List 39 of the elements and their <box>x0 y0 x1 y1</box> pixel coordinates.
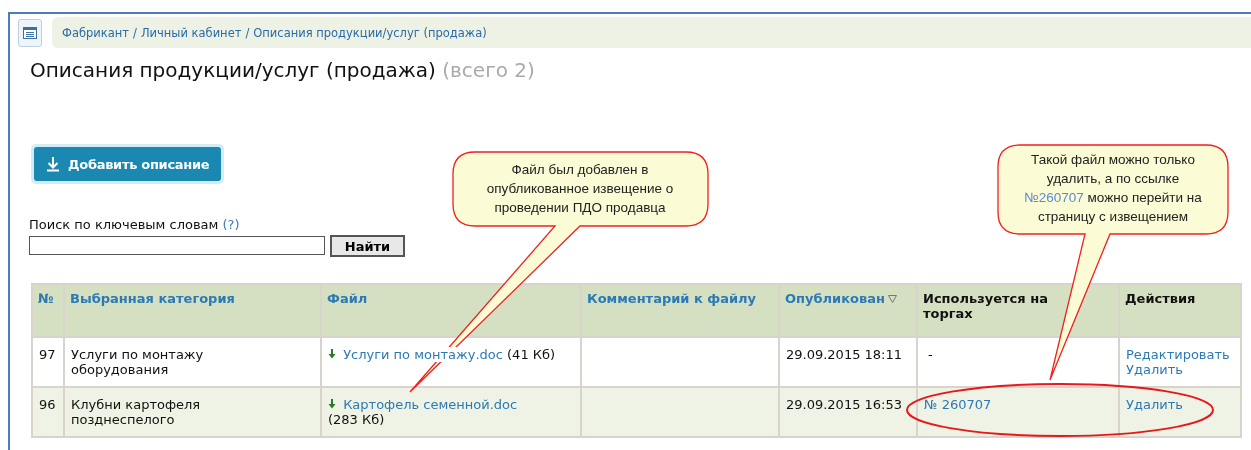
empty-value: - <box>927 347 933 362</box>
breadcrumb-link[interactable]: Фабрикант <box>62 25 130 40</box>
add-description-button[interactable]: Добавить описание <box>34 147 222 181</box>
action-link[interactable]: Редактировать <box>1126 347 1230 362</box>
breadcrumb-separator: / <box>133 25 137 40</box>
column-header[interactable]: Выбранная категория <box>64 284 321 337</box>
file-link[interactable]: Картофель семенной.doc <box>343 397 518 412</box>
callout-text: Файл был добавлен в опубликованное извещение о проведении ПДО продавца <box>485 161 675 217</box>
total-count: (всего 2) <box>442 58 535 82</box>
search-label: Поиск по ключевым словам <box>29 217 219 232</box>
download-icon <box>328 399 336 409</box>
help-link[interactable]: (?) <box>222 217 240 232</box>
column-header[interactable]: № <box>32 284 64 337</box>
breadcrumb-separator: / <box>245 25 250 40</box>
page-title: Описания продукции/услуг (продажа) <box>30 58 436 82</box>
column-header[interactable]: Файл <box>321 284 581 337</box>
sort-icon[interactable] <box>887 295 897 303</box>
column-header: Используется на торгах <box>917 284 1119 337</box>
breadcrumb-link[interactable]: Описания продукции/услуг (продажа) <box>253 25 487 40</box>
column-header: Действия <box>1119 284 1241 337</box>
tender-link[interactable]: № 260707 <box>924 397 992 412</box>
column-header[interactable]: Комментарий к файлу <box>581 284 779 337</box>
find-button[interactable]: Найти <box>330 235 405 257</box>
download-icon <box>46 156 60 172</box>
table-cell: Клубни картофеля позднеспелого <box>64 387 321 437</box>
file-size: (41 Кб) <box>507 347 556 362</box>
file-size: (283 Кб) <box>328 412 385 427</box>
notice-link[interactable]: №260707 <box>1024 190 1084 205</box>
column-header[interactable]: Опубликован <box>779 284 917 337</box>
action-link[interactable]: Удалить <box>1126 362 1183 377</box>
search-field[interactable] <box>29 236 325 255</box>
table-cell: 96 <box>32 387 64 437</box>
breadcrumb-link[interactable]: Личный кабинет <box>140 25 242 40</box>
page-menu-icon[interactable] <box>18 19 42 47</box>
callout-text: Такой файл можно только удалить, а по ссылке №260707 можно перейти на страницу с извещением <box>1023 151 1203 226</box>
file-link[interactable]: Услуги по монтажу.doc <box>343 347 503 362</box>
action-link[interactable]: Удалить <box>1126 397 1183 412</box>
download-icon <box>328 349 336 359</box>
table-cell: 29.09.2015 16:53 <box>779 387 917 437</box>
